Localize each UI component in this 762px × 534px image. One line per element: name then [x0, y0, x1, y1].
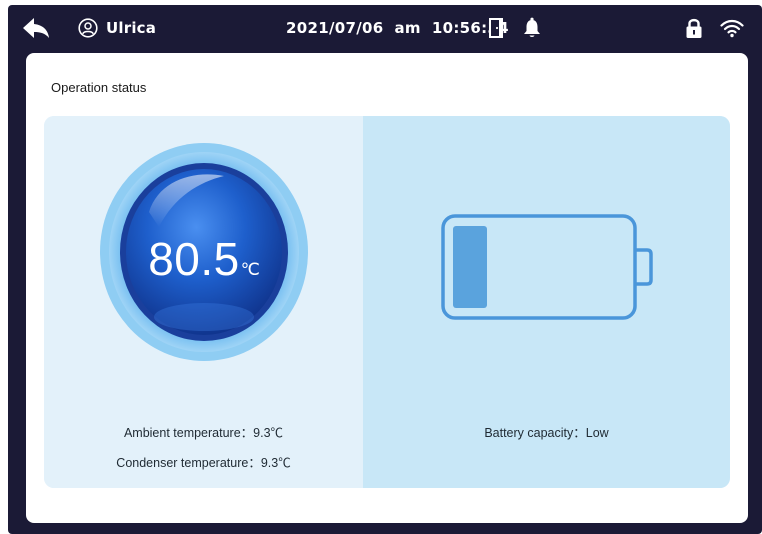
temperature-gauge: 80.5℃: [99, 142, 309, 362]
panel-title: Operation status: [51, 80, 147, 95]
wifi-icon[interactable]: [720, 5, 746, 51]
battery-capacity-label: Battery capacity：Low: [484, 426, 609, 440]
battery-icon: [441, 214, 655, 324]
status-area: 80.5℃ Ambient temperature：9.3℃ Condenser…: [44, 116, 730, 488]
user-name: Ulrica: [106, 19, 157, 37]
user-icon: [78, 18, 98, 38]
top-status-bar: Ulrica 2021/07/06 am 10:56:34: [8, 5, 762, 51]
operation-status-panel: Operation status 80.5℃ Ambient temperatu…: [26, 53, 748, 523]
door-icon[interactable]: [488, 5, 506, 51]
temperature-number: 80.5: [148, 233, 240, 285]
temperature-pane: 80.5℃ Ambient temperature：9.3℃ Condenser…: [44, 116, 363, 488]
condenser-temperature-label: Condenser temperature：9.3℃: [116, 456, 291, 470]
datetime-display: 2021/07/06 am 10:56:34: [286, 19, 509, 37]
battery-level-fill: [453, 226, 487, 308]
lock-icon[interactable]: [685, 5, 705, 51]
user-account[interactable]: Ulrica: [78, 5, 156, 51]
bell-icon[interactable]: [523, 5, 543, 51]
battery-pane: Battery capacity：Low: [363, 116, 730, 488]
ambient-temperature-label: Ambient temperature：9.3℃: [123, 426, 284, 440]
back-arrow-icon[interactable]: [22, 5, 54, 51]
temperature-value: 80.5℃: [99, 232, 309, 286]
temperature-unit: ℃: [240, 260, 260, 279]
